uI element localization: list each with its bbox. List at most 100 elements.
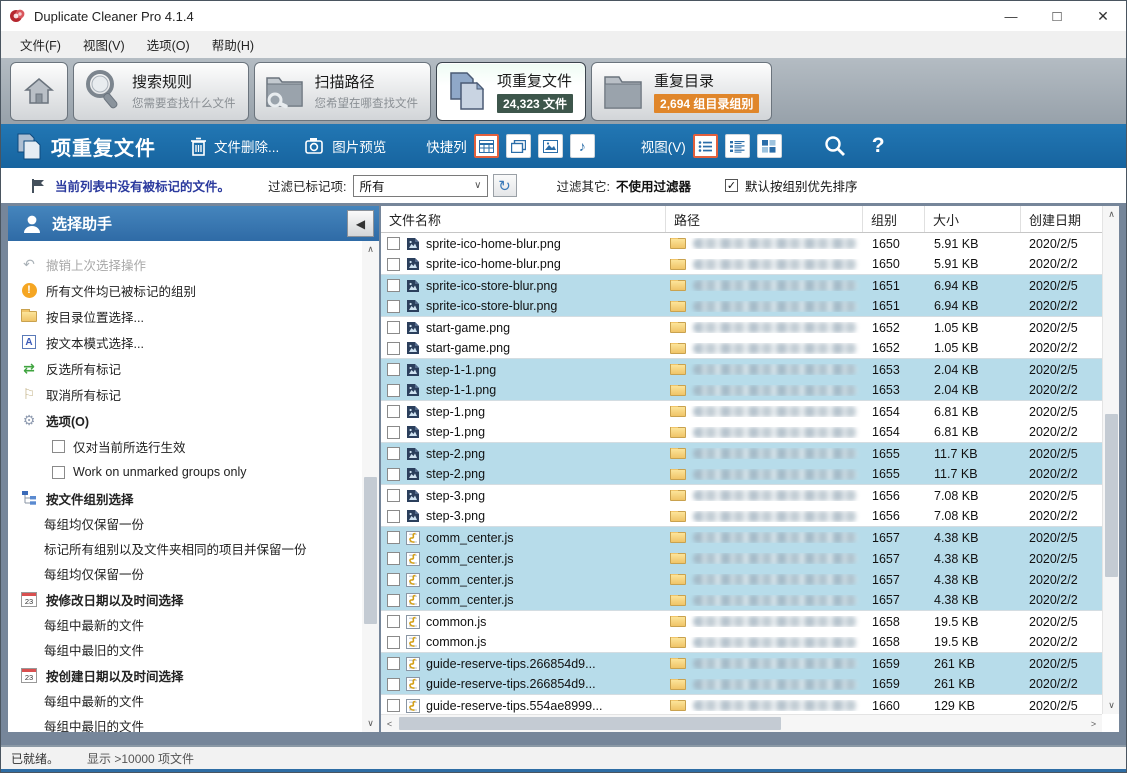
quick-column-audio-button[interactable]: ♪: [570, 134, 595, 158]
option-checkbox[interactable]: [52, 466, 65, 479]
sidebar-item[interactable]: 仅对当前所选行生效: [20, 433, 362, 459]
row-checkbox[interactable]: [387, 594, 400, 607]
table-row[interactable]: step-3.png16567.08 KB2020/2/5: [381, 485, 1102, 506]
table-hscroll-thumb[interactable]: [399, 717, 781, 730]
row-checkbox[interactable]: [387, 258, 400, 271]
sidebar-item[interactable]: ⇄反选所有标记: [20, 355, 362, 381]
sidebar-item[interactable]: 标记所有组别以及文件夹相同的项目并保留一份: [20, 536, 362, 561]
table-vertical-scrollbar[interactable]: ∧ ∨: [1102, 206, 1119, 714]
row-checkbox[interactable]: [387, 426, 400, 439]
row-checkbox[interactable]: [387, 384, 400, 397]
table-row[interactable]: start-game.png16521.05 KB2020/2/5: [381, 317, 1102, 338]
row-checkbox[interactable]: [387, 657, 400, 670]
scroll-left-icon[interactable]: <: [381, 715, 398, 732]
sidebar-item[interactable]: Work on unmarked groups only: [20, 459, 362, 485]
table-row[interactable]: common.js165819.5 KB2020/2/5: [381, 611, 1102, 632]
row-checkbox[interactable]: [387, 699, 400, 712]
search-rules-tab[interactable]: 搜索规则 您需要查找什么文件: [73, 62, 249, 121]
table-row[interactable]: comm_center.js16574.38 KB2020/2/2: [381, 590, 1102, 611]
scroll-down-icon[interactable]: ∨: [1103, 697, 1119, 714]
marked-filter-dropdown[interactable]: 所有 ∨: [353, 175, 488, 197]
table-row[interactable]: step-1.png16546.81 KB2020/2/2: [381, 422, 1102, 443]
row-checkbox[interactable]: [387, 363, 400, 376]
sidebar-scrollbar[interactable]: ∧ ∨: [362, 241, 379, 732]
row-checkbox[interactable]: [387, 237, 400, 250]
search-icon[interactable]: [824, 135, 846, 157]
help-icon[interactable]: ?: [872, 134, 885, 158]
sort-by-group-checkbox[interactable]: ✓: [725, 179, 738, 192]
row-checkbox[interactable]: [387, 405, 400, 418]
menu-item[interactable]: 选项(O): [136, 31, 201, 58]
table-row[interactable]: sprite-ico-store-blur.png16516.94 KB2020…: [381, 296, 1102, 317]
table-row[interactable]: step-1-1.png16532.04 KB2020/2/5: [381, 359, 1102, 380]
row-checkbox[interactable]: [387, 321, 400, 334]
row-checkbox[interactable]: [387, 510, 400, 523]
row-checkbox[interactable]: [387, 531, 400, 544]
refresh-button[interactable]: ↻: [493, 174, 517, 197]
sidebar-item[interactable]: 每组均仅保留一份: [20, 511, 362, 536]
delete-files-button[interactable]: 文件删除...: [190, 136, 279, 156]
column-header-size[interactable]: 大小: [925, 206, 1021, 232]
maximize-button[interactable]: □: [1034, 1, 1080, 31]
row-checkbox[interactable]: [387, 279, 400, 292]
view-details-button[interactable]: [725, 134, 750, 158]
table-row[interactable]: step-1-1.png16532.04 KB2020/2/2: [381, 380, 1102, 401]
minimize-button[interactable]: —: [988, 1, 1034, 31]
view-list-button[interactable]: [693, 134, 718, 158]
table-row[interactable]: guide-reserve-tips.266854d9...1659261 KB…: [381, 674, 1102, 695]
table-row[interactable]: guide-reserve-tips.554ae8999...1660129 K…: [381, 695, 1102, 714]
table-horizontal-scrollbar[interactable]: < >: [381, 714, 1102, 732]
sidebar-item[interactable]: 按目录位置选择...: [20, 303, 362, 329]
scroll-up-icon[interactable]: ∧: [362, 241, 379, 258]
column-header-filename[interactable]: 文件名称: [381, 206, 666, 232]
view-tiles-button[interactable]: [757, 134, 782, 158]
scroll-up-icon[interactable]: ∧: [1103, 206, 1119, 223]
sidebar-item[interactable]: A按文本模式选择...: [20, 329, 362, 355]
sidebar-item[interactable]: 每组中最新的文件: [20, 688, 362, 713]
scan-paths-tab[interactable]: 扫描路径 您希望在哪查找文件: [254, 62, 432, 121]
sidebar-item[interactable]: 23按创建日期以及时间选择: [20, 662, 362, 688]
row-checkbox[interactable]: [387, 489, 400, 502]
table-vscroll-thumb[interactable]: [1105, 414, 1118, 577]
table-row[interactable]: sprite-ico-store-blur.png16516.94 KB2020…: [381, 275, 1102, 296]
row-checkbox[interactable]: [387, 300, 400, 313]
table-row[interactable]: comm_center.js16574.38 KB2020/2/2: [381, 569, 1102, 590]
row-checkbox[interactable]: [387, 678, 400, 691]
table-row[interactable]: sprite-ico-home-blur.png16505.91 KB2020/…: [381, 233, 1102, 254]
row-checkbox[interactable]: [387, 636, 400, 649]
sidebar-item[interactable]: ⚙选项(O): [20, 407, 362, 433]
image-preview-button[interactable]: 图片预览: [305, 136, 386, 156]
sidebar-item[interactable]: 每组中最旧的文件: [20, 637, 362, 662]
table-row[interactable]: step-3.png16567.08 KB2020/2/2: [381, 506, 1102, 527]
duplicate-folders-tab[interactable]: 重复目录 2,694 组目录组别: [591, 62, 772, 121]
table-row[interactable]: step-1.png16546.81 KB2020/2/5: [381, 401, 1102, 422]
sidebar-item[interactable]: !所有文件均已被标记的组别: [20, 277, 362, 303]
menu-item[interactable]: 视图(V): [72, 31, 136, 58]
table-row[interactable]: step-2.png165511.7 KB2020/2/5: [381, 443, 1102, 464]
sidebar-scroll-thumb[interactable]: [364, 477, 377, 624]
row-checkbox[interactable]: [387, 573, 400, 586]
table-row[interactable]: start-game.png16521.05 KB2020/2/2: [381, 338, 1102, 359]
sidebar-item[interactable]: 23按修改日期以及时间选择: [20, 586, 362, 612]
scroll-right-icon[interactable]: >: [1085, 715, 1102, 732]
row-checkbox[interactable]: [387, 342, 400, 355]
sidebar-item[interactable]: 按文件组别选择: [20, 485, 362, 511]
table-row[interactable]: sprite-ico-home-blur.png16505.91 KB2020/…: [381, 254, 1102, 275]
row-checkbox[interactable]: [387, 615, 400, 628]
column-header-path[interactable]: 路径: [666, 206, 863, 232]
home-tab[interactable]: [10, 62, 68, 121]
row-checkbox[interactable]: [387, 468, 400, 481]
close-button[interactable]: ✕: [1080, 1, 1126, 31]
table-row[interactable]: comm_center.js16574.38 KB2020/2/5: [381, 527, 1102, 548]
sidebar-item[interactable]: 每组中最旧的文件: [20, 713, 362, 732]
sidebar-item[interactable]: 每组均仅保留一份: [20, 561, 362, 586]
table-row[interactable]: step-2.png165511.7 KB2020/2/2: [381, 464, 1102, 485]
menu-item[interactable]: 文件(F): [9, 31, 72, 58]
option-checkbox[interactable]: [52, 440, 65, 453]
collapse-panel-button[interactable]: ◀: [347, 210, 374, 237]
table-row[interactable]: comm_center.js16574.38 KB2020/2/5: [381, 548, 1102, 569]
table-row[interactable]: common.js165819.5 KB2020/2/2: [381, 632, 1102, 653]
sidebar-item[interactable]: ⚐取消所有标记: [20, 381, 362, 407]
duplicate-files-tab[interactable]: 项重复文件 24,323 文件: [436, 62, 586, 121]
quick-column-table-button[interactable]: [474, 134, 499, 158]
